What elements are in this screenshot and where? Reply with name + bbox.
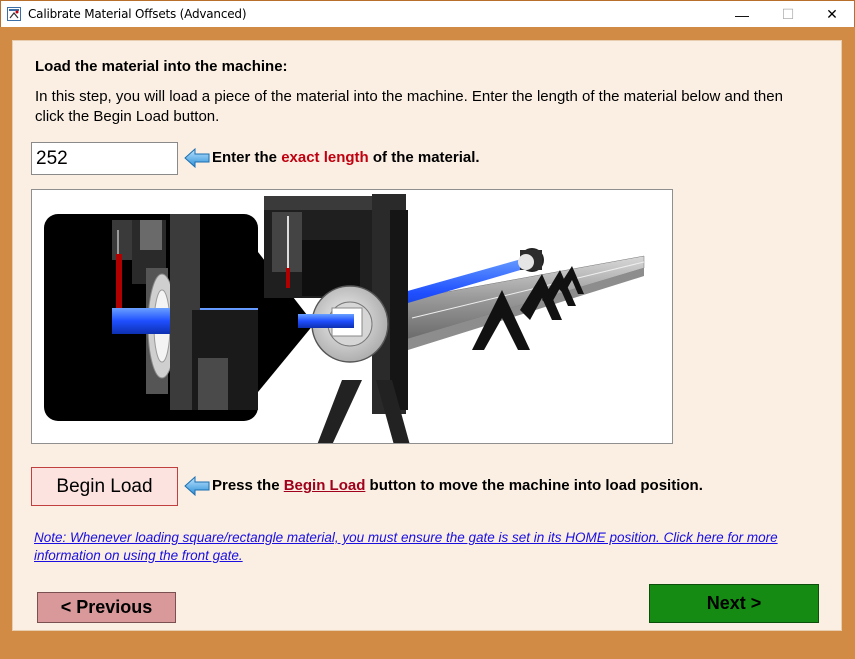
begin-load-button[interactable]: Begin Load [31, 467, 178, 506]
begin-load-hint-suffix: button to move the machine into load pos… [365, 477, 703, 494]
begin-load-hint: Press the Begin Load button to move the … [212, 477, 703, 494]
step-heading: Load the material into the machine: [35, 58, 288, 75]
close-button[interactable]: ✕ [809, 1, 855, 28]
left-arrow-icon [184, 476, 210, 496]
wizard-panel: Load the material into the machine: In t… [12, 40, 842, 631]
previous-button[interactable]: < Previous [37, 592, 176, 623]
begin-load-hint-link[interactable]: Begin Load [284, 477, 366, 494]
minimize-button[interactable]: — [719, 1, 765, 28]
calibrate-app-icon [7, 7, 21, 21]
length-hint: Enter the exact length of the material. [212, 149, 480, 166]
length-hint-prefix: Enter the [212, 149, 282, 166]
machine-loading-diagram [44, 194, 645, 443]
maximize-button[interactable]: ☐ [765, 1, 811, 28]
title-bar: Calibrate Material Offsets (Advanced) — … [0, 0, 855, 27]
step-intro: In this step, you will load a piece of t… [35, 88, 783, 125]
next-button[interactable]: Next > [649, 584, 819, 623]
front-gate-note-link[interactable]: Note: Whenever loading square/rectangle … [34, 529, 824, 565]
material-length-input[interactable] [31, 142, 178, 175]
left-arrow-icon [184, 148, 210, 168]
length-hint-emphasis: exact length [281, 149, 369, 166]
window-title: Calibrate Material Offsets (Advanced) [28, 7, 247, 21]
begin-load-hint-prefix: Press the [212, 477, 284, 494]
machine-illustration [31, 189, 673, 444]
length-hint-suffix: of the material. [368, 149, 480, 166]
